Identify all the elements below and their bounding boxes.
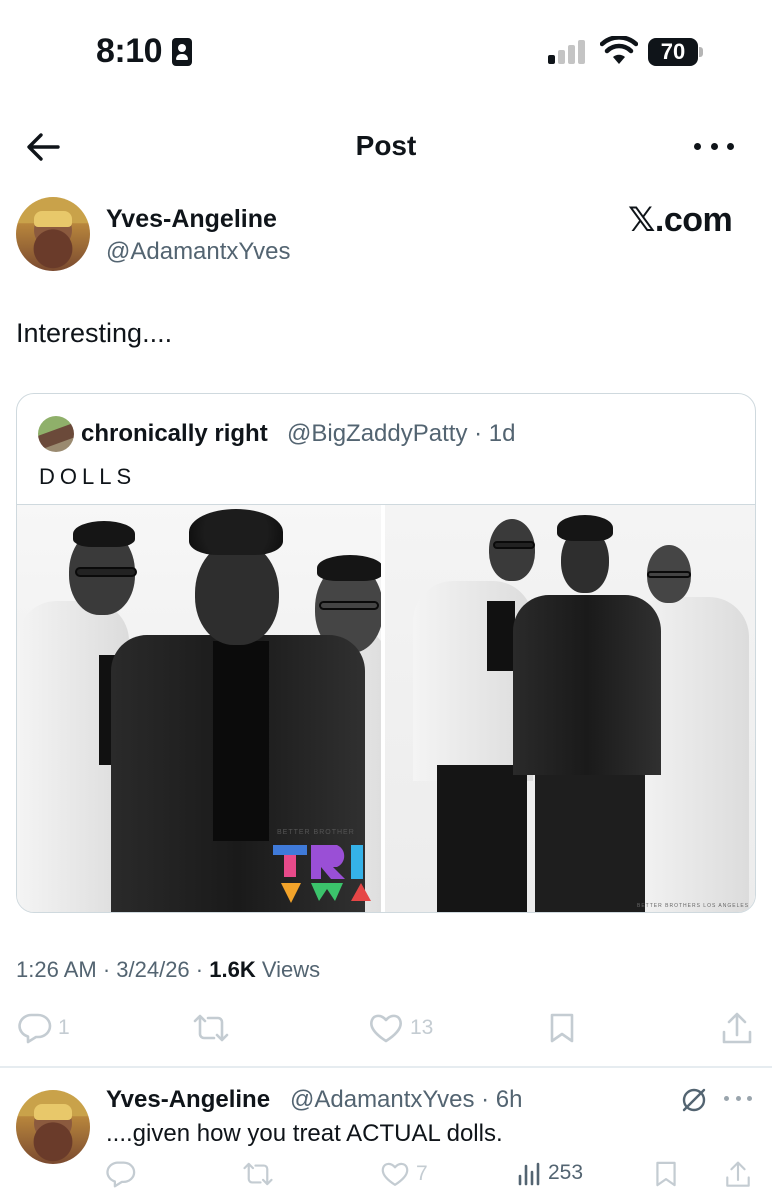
wifi-icon <box>600 36 638 64</box>
repost-icon <box>193 1014 229 1042</box>
focus-mode-icon <box>172 38 192 66</box>
like-count: 13 <box>410 1016 434 1039</box>
cellular-signal-icon <box>548 40 588 64</box>
author-name[interactable]: Yves-Angeline <box>106 205 277 234</box>
reply-more-icon[interactable] <box>724 1096 752 1104</box>
reply-views-button[interactable]: 253 <box>516 1160 583 1186</box>
quoted-post-card[interactable]: chronically right @BigZaddyPatty · 1d DO… <box>16 393 756 913</box>
reply-text: ....given how you treat ACTUAL dolls. <box>106 1120 503 1147</box>
like-button[interactable]: 13 <box>368 1012 433 1044</box>
reply-repost-button[interactable] <box>242 1160 274 1188</box>
bookmark-button[interactable] <box>548 1012 576 1044</box>
quoted-post-text: DOLLS <box>39 464 137 489</box>
post-action-bar: 1 13 <box>0 1006 772 1056</box>
battery-icon: 70 <box>648 38 698 66</box>
post-header: Post <box>0 118 772 174</box>
reply-like-button[interactable]: 7 <box>380 1160 428 1188</box>
heart-icon <box>381 1162 409 1186</box>
tri-logo <box>273 845 371 903</box>
image-watermark: BETTER BROTHERS LOS ANGELES <box>637 903 750 909</box>
bookmark-icon <box>550 1013 574 1043</box>
quoted-author-name: chronically right <box>81 420 268 447</box>
reply-author-handle[interactable]: @AdamantxYves · 6h <box>290 1086 522 1114</box>
status-bar: 8:10 70 <box>0 0 772 100</box>
bookmark-icon <box>656 1161 676 1187</box>
status-time: 8:10 <box>96 32 163 70</box>
x-watermark: 𝕏.com <box>628 201 733 239</box>
heart-icon <box>370 1014 402 1043</box>
author-handle[interactable]: @AdamantxYves <box>106 238 290 266</box>
post-meta: 1:26 AM · 3/24/26 · 1.6K Views <box>16 957 320 983</box>
grok-icon[interactable] <box>680 1086 708 1114</box>
quoted-author-avatar <box>38 416 74 452</box>
page-title: Post <box>355 130 417 161</box>
quoted-image-right[interactable]: BETTER BROTHERS LOS ANGELES <box>385 505 755 912</box>
share-icon <box>726 1161 750 1187</box>
section-divider <box>0 1066 772 1068</box>
reply-action-bar: 7 253 <box>0 1158 772 1198</box>
comment-icon <box>106 1161 136 1188</box>
tri-logo-caption: BETTER BROTHER <box>277 829 355 836</box>
comment-icon <box>18 1013 52 1044</box>
reply-like-count: 7 <box>416 1162 428 1185</box>
reply-views-count: 253 <box>548 1161 584 1184</box>
repost-button[interactable] <box>192 1012 230 1044</box>
reply-author-name[interactable]: Yves-Angeline <box>106 1086 270 1114</box>
post-text: Interesting.... <box>16 318 173 348</box>
reply-share-button[interactable] <box>724 1160 752 1190</box>
author-avatar[interactable] <box>16 197 90 271</box>
post-timestamp: 1:26 AM · 3/24/26 · <box>16 957 210 982</box>
share-icon <box>722 1012 752 1044</box>
quoted-media-grid: BETTER BROTHER BETTER BROTHERS LOS ANGEL… <box>17 504 755 912</box>
reply-bookmark-button[interactable] <box>654 1160 678 1188</box>
more-horizontal-icon[interactable] <box>694 128 734 164</box>
reply-count: 1 <box>58 1016 70 1039</box>
share-button[interactable] <box>720 1012 754 1046</box>
repost-icon <box>243 1162 273 1186</box>
reply-button[interactable]: 1 <box>18 1012 70 1044</box>
quoted-author-handle: @BigZaddyPatty · 1d <box>287 420 516 447</box>
battery-tip <box>699 47 703 57</box>
quoted-image-left[interactable]: BETTER BROTHER <box>17 505 382 912</box>
views-count[interactable]: 1.6K <box>209 957 255 982</box>
views-label: Views <box>255 957 321 982</box>
reply-author-avatar[interactable] <box>16 1090 90 1164</box>
reply-reply-button[interactable] <box>106 1160 136 1188</box>
bar-chart-icon <box>518 1162 540 1186</box>
